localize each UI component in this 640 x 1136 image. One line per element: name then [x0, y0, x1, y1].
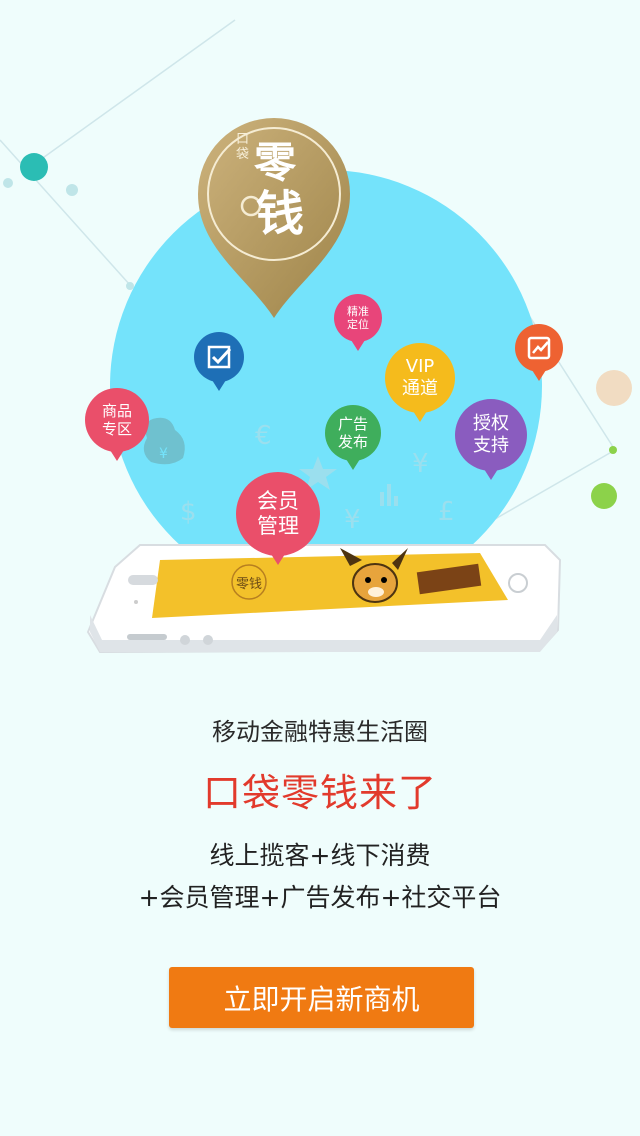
- svg-text:¥: ¥: [344, 505, 361, 535]
- feature-line-1: 线上揽客+线下消费: [209, 841, 431, 870]
- pin-ad-publish[interactable]: 广告 发布: [325, 405, 381, 470]
- pin-authorization[interactable]: 授权 支持: [455, 399, 527, 480]
- pin-member-management[interactable]: 会员 管理: [236, 472, 320, 565]
- checkbox-icon: [207, 345, 232, 369]
- logo-small-text: 口袋: [236, 132, 250, 162]
- svg-text:¥: ¥: [412, 449, 429, 479]
- feature-line-2: +会员管理+广告发布+社交平台: [138, 883, 502, 912]
- start-business-button[interactable]: 立即开启新商机: [169, 967, 474, 1028]
- svg-text:零钱: 零钱: [236, 577, 262, 592]
- checkbox-pin: [194, 332, 244, 391]
- pin-product-zone[interactable]: 商品 专区: [85, 388, 149, 461]
- trend-chart-icon: [527, 336, 551, 360]
- svg-text:¥: ¥: [159, 446, 168, 462]
- svg-text:€: €: [255, 421, 272, 451]
- trend-pin: [515, 324, 563, 381]
- logo-char-ling: 零: [254, 138, 297, 187]
- pin-vip-channel[interactable]: VIP 通道: [385, 343, 455, 422]
- svg-text:£: £: [438, 497, 455, 527]
- tagline: 移动金融特惠生活圈: [212, 718, 428, 746]
- headline: 口袋零钱来了: [202, 771, 437, 815]
- pin-precise-location[interactable]: 精准 定位: [334, 294, 382, 351]
- app-logo-pin: 口袋 零 钱: [188, 108, 360, 326]
- svg-text:$: $: [180, 497, 197, 527]
- logo-char-qian: 钱: [256, 186, 305, 242]
- smartphone: 零钱: [86, 544, 562, 654]
